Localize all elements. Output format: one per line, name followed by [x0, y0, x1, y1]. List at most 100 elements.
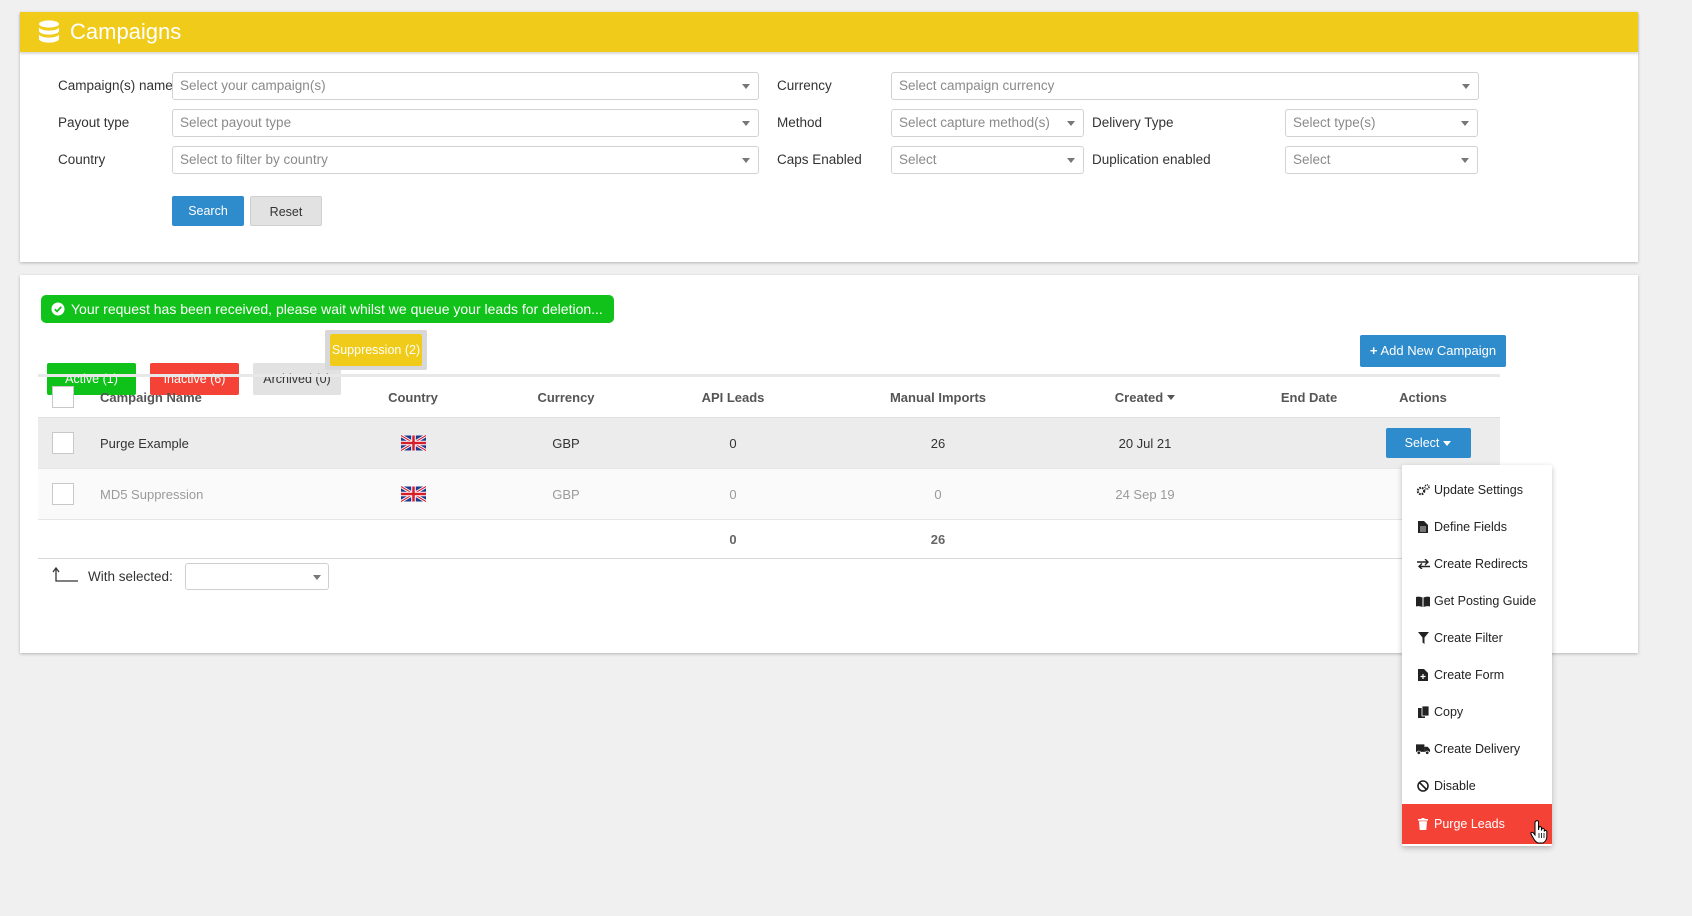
chevron-down-icon — [742, 121, 750, 126]
database-icon — [38, 20, 60, 44]
table-row: Purge Example GBP 0 26 20 Jul 21 Select — [38, 418, 1500, 469]
method-placeholder: Select capture method(s) — [899, 115, 1050, 130]
menu-item-label: Define Fields — [1434, 520, 1507, 534]
caps-enabled-label: Caps Enabled — [777, 152, 862, 167]
bulk-action-select[interactable] — [184, 562, 329, 590]
row-checkbox[interactable] — [52, 483, 74, 505]
menu-item-create-redirects[interactable]: Create Redirects — [1402, 545, 1552, 583]
reset-button[interactable]: Reset — [250, 196, 322, 226]
payout-type-select[interactable]: Select payout type — [172, 109, 759, 137]
col-country[interactable]: Country — [373, 377, 453, 417]
search-button[interactable]: Search — [172, 196, 244, 226]
totals-row: 0 26 — [38, 520, 1500, 559]
col-manual-imports[interactable]: Manual Imports — [878, 377, 998, 417]
filter-panel: Campaigns Campaign(s) name Select your c… — [20, 12, 1638, 262]
col-api-leads[interactable]: API Leads — [693, 377, 773, 417]
currency-select[interactable]: Select campaign currency — [891, 72, 1479, 100]
chevron-down-icon — [742, 84, 750, 89]
currency-placeholder: Select campaign currency — [899, 78, 1055, 93]
created-cell: 24 Sep 19 — [1115, 486, 1175, 502]
campaign-name-cell[interactable]: Purge Example — [100, 418, 189, 468]
menu-item-update-settings[interactable]: Update Settings — [1402, 471, 1552, 509]
method-select[interactable]: Select capture method(s) — [891, 109, 1084, 137]
with-selected-label: With selected: — [88, 568, 173, 584]
chevron-down-icon — [1461, 121, 1469, 126]
tab-suppression[interactable]: Suppression (2) — [330, 334, 422, 366]
panel-header: Campaigns — [20, 12, 1638, 52]
campaign-name-placeholder: Select your campaign(s) — [180, 78, 326, 93]
col-currency[interactable]: Currency — [526, 377, 606, 417]
book-icon — [1416, 594, 1430, 608]
truck-icon — [1416, 742, 1430, 756]
campaign-name-cell[interactable]: MD5 Suppression — [100, 469, 203, 519]
country-label: Country — [58, 152, 106, 167]
hand-pointer-icon — [1530, 820, 1548, 847]
gears-icon — [1416, 483, 1430, 497]
menu-item-define-fields[interactable]: Define Fields — [1402, 508, 1552, 546]
caps-enabled-placeholder: Select — [899, 152, 937, 167]
exchange-icon — [1416, 557, 1430, 571]
menu-item-label: Create Redirects — [1434, 557, 1528, 571]
trash-icon — [1416, 817, 1430, 831]
chevron-down-icon — [1462, 84, 1470, 89]
ban-icon — [1416, 779, 1430, 793]
row-checkbox[interactable] — [52, 432, 74, 454]
country-select[interactable]: Select to filter by country — [172, 146, 759, 174]
caps-enabled-select[interactable]: Select — [891, 146, 1084, 174]
menu-item-label: Create Filter — [1434, 631, 1503, 645]
menu-item-copy[interactable]: Copy — [1402, 693, 1552, 731]
check-circle-icon — [51, 302, 65, 316]
alert-text: Your request has been received, please w… — [71, 301, 603, 317]
uk-flag-icon — [373, 469, 453, 519]
duplication-enabled-placeholder: Select — [1293, 152, 1331, 167]
campaign-list-panel: Your request has been received, please w… — [20, 275, 1638, 653]
actions-select-label: Select — [1404, 436, 1440, 450]
chevron-down-icon — [742, 158, 750, 163]
manual-imports-cell: 0 — [934, 486, 942, 502]
col-campaign-name[interactable]: Campaign Name — [100, 377, 202, 417]
api-leads-cell: 0 — [729, 486, 737, 502]
currency-cell: GBP — [552, 486, 580, 502]
bulk-actions: With selected: — [52, 556, 329, 596]
menu-item-disable[interactable]: Disable — [1402, 767, 1552, 805]
menu-item-label: Disable — [1434, 779, 1476, 793]
menu-item-label: Purge Leads — [1434, 817, 1505, 831]
menu-item-create-form[interactable]: Create Form — [1402, 656, 1552, 694]
end-date-cell — [1269, 418, 1349, 468]
copy-icon — [1416, 705, 1430, 719]
api-leads-total: 0 — [729, 531, 737, 547]
menu-item-create-delivery[interactable]: Create Delivery — [1402, 730, 1552, 768]
campaign-table: Campaign Name Country Currency API Leads… — [38, 374, 1500, 559]
menu-item-label: Copy — [1434, 705, 1464, 719]
created-cell: 20 Jul 21 — [1118, 435, 1172, 451]
method-label: Method — [777, 115, 823, 130]
select-all-checkbox[interactable] — [52, 386, 74, 408]
add-new-campaign-label: Add New Campaign — [1380, 343, 1497, 358]
file-icon — [1416, 520, 1430, 534]
menu-item-get-posting-guide[interactable]: Get Posting Guide — [1402, 582, 1552, 620]
menu-item-label: Update Settings — [1434, 483, 1523, 497]
add-new-campaign-button[interactable]: + Add New Campaign — [1360, 335, 1506, 367]
col-created[interactable]: Created — [1105, 377, 1185, 417]
actions-dropdown-menu: Update Settings Define Fields Create Red… — [1402, 465, 1552, 846]
menu-item-create-filter[interactable]: Create Filter — [1402, 619, 1552, 657]
delivery-type-select[interactable]: Select type(s) — [1285, 109, 1478, 137]
actions-select-button[interactable]: Select — [1385, 428, 1471, 458]
campaign-name-label: Campaign(s) name — [58, 78, 173, 93]
campaign-name-select[interactable]: Select your campaign(s) — [172, 72, 759, 100]
currency-cell: GBP — [552, 435, 580, 451]
api-leads-cell: 0 — [729, 435, 737, 451]
menu-item-label: Create Delivery — [1434, 742, 1521, 756]
chevron-down-icon — [312, 574, 321, 580]
chevron-down-icon — [1067, 158, 1075, 163]
success-alert: Your request has been received, please w… — [41, 295, 614, 323]
col-created-label: Created — [1114, 389, 1164, 405]
manual-imports-cell: 26 — [930, 435, 946, 451]
col-end-date[interactable]: End Date — [1269, 377, 1349, 417]
duplication-enabled-select[interactable]: Select — [1285, 146, 1478, 174]
delivery-type-placeholder: Select type(s) — [1293, 115, 1376, 130]
arrow-turn-up-icon — [52, 567, 80, 585]
duplication-enabled-label: Duplication enabled — [1092, 152, 1211, 167]
plus-icon: + — [1369, 343, 1378, 358]
country-placeholder: Select to filter by country — [180, 152, 328, 167]
